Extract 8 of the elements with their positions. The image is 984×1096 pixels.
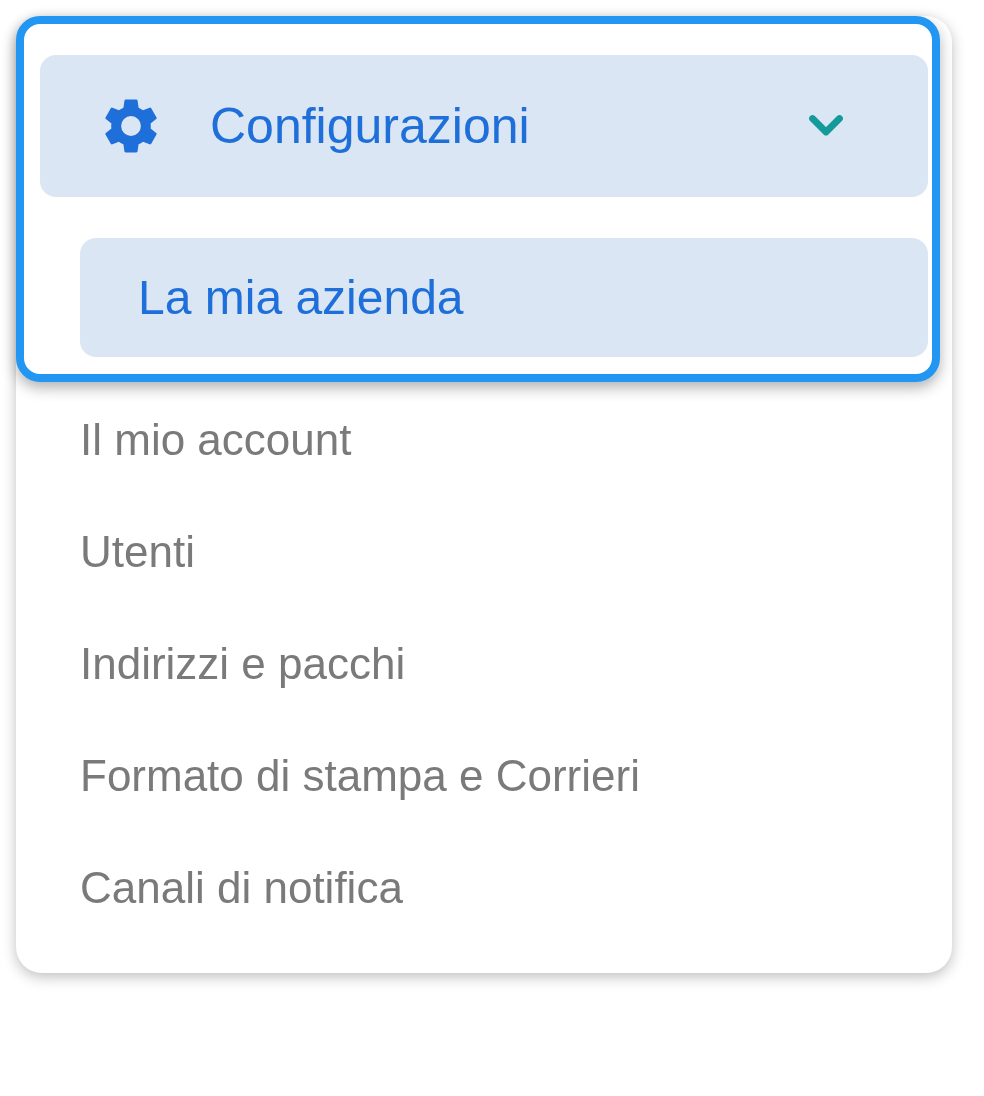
menu-item[interactable]: Indirizzi e pacchi <box>22 623 642 705</box>
menu-item[interactable]: Il mio account <box>22 399 642 481</box>
menu-item[interactable]: Utenti <box>22 511 642 593</box>
chevron-icon <box>808 114 844 138</box>
menu-header[interactable]: Configurazioni <box>40 55 928 197</box>
menu-item[interactable]: Formato di stampa e Corrieri <box>22 735 642 817</box>
menu-item[interactable]: La mia azienda <box>80 238 928 357</box>
menu-item[interactable]: Canali di notifica <box>22 847 642 929</box>
